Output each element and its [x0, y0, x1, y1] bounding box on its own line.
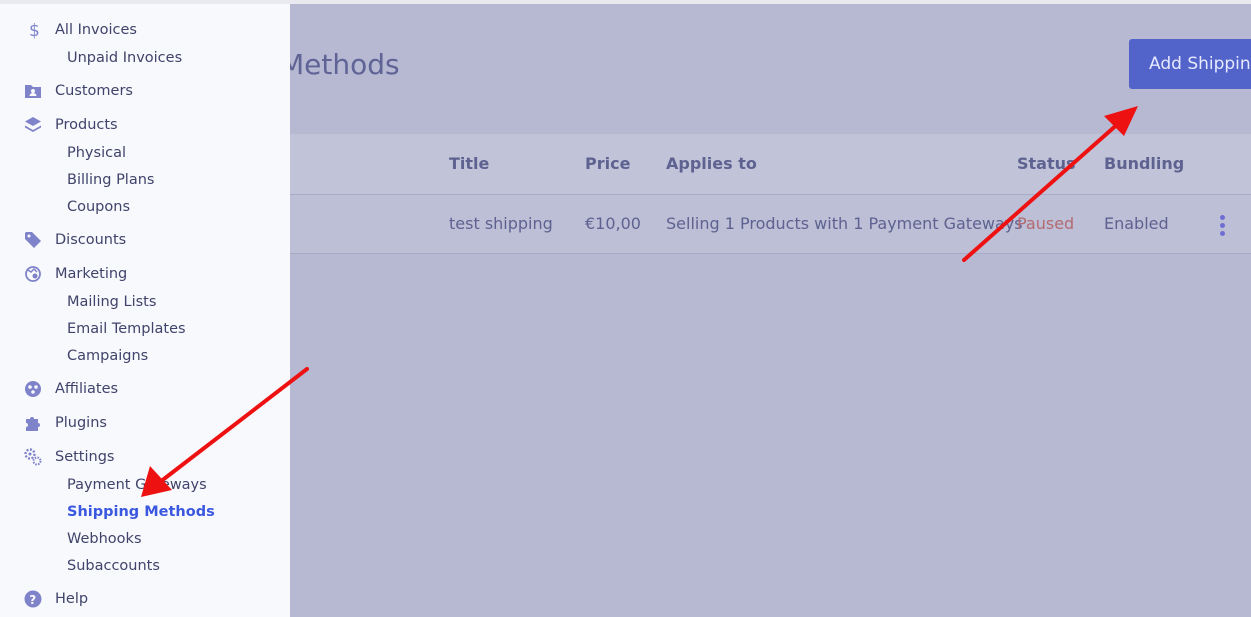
sidebar-item-label: Affiliates [55, 381, 119, 397]
sidebar-item-label: All Invoices [55, 22, 137, 38]
column-header-bundling[interactable]: Bundling [1104, 134, 1184, 194]
row-title: test shipping [449, 214, 553, 233]
row-bundling: Enabled [1104, 214, 1169, 233]
column-header-title[interactable]: Title [449, 134, 489, 194]
svg-text:$: $ [29, 21, 40, 39]
sidebar-item-label: Customers [55, 83, 133, 99]
sidebar-item-label: Settings [55, 449, 115, 465]
sidebar-subitem-email-templates[interactable]: Email Templates [67, 319, 186, 339]
affiliates-icon [25, 381, 41, 397]
column-header-applies-to[interactable]: Applies to [666, 134, 757, 194]
dollar-icon: $ [29, 21, 40, 39]
row-applies-to: Selling 1 Products with 1 Payment Gatewa… [666, 214, 1023, 233]
sidebar-subitem-unpaid-invoices[interactable]: Unpaid Invoices [67, 48, 182, 68]
layers-icon [25, 117, 41, 132]
shipping-methods-table: Title Price Applies to Status Bundling t… [150, 134, 1251, 254]
sidebar: $ All Invoices Unpaid Invoices Customers… [0, 4, 290, 617]
sidebar-subitem-webhooks[interactable]: Webhooks [67, 529, 142, 549]
sidebar-item-label: Marketing [55, 266, 128, 282]
add-shipping-button[interactable]: Add Shipping [1129, 39, 1251, 89]
kebab-menu-icon[interactable] [1220, 215, 1226, 239]
sidebar-subitem-payment-gateways[interactable]: Payment Gateways [67, 475, 207, 495]
sidebar-subitem-mailing-lists[interactable]: Mailing Lists [67, 292, 156, 312]
sidebar-subitem-billing-plans[interactable]: Billing Plans [67, 170, 154, 190]
sidebar-item-label: Plugins [55, 415, 107, 431]
table-header: Title Price Applies to Status Bundling [150, 134, 1251, 195]
tag-icon [25, 232, 41, 248]
sidebar-subitem-shipping-methods[interactable]: Shipping Methods [67, 502, 215, 522]
sidebar-item-label: Discounts [55, 232, 127, 248]
sidebar-subitem-campaigns[interactable]: Campaigns [67, 346, 148, 366]
svg-text:?: ? [29, 593, 36, 607]
puzzle-icon [26, 417, 40, 431]
sidebar-item-label: Help [55, 591, 89, 607]
sidebar-item-label: Products [55, 117, 118, 133]
row-price: €10,00 [585, 214, 641, 233]
column-header-price[interactable]: Price [585, 134, 630, 194]
sidebar-subitem-coupons[interactable]: Coupons [67, 197, 130, 217]
marketing-icon [25, 266, 41, 282]
sidebar-subitem-subaccounts[interactable]: Subaccounts [67, 556, 160, 576]
sidebar-subitem-physical[interactable]: Physical [67, 143, 126, 163]
help-icon: ? [24, 590, 42, 608]
folder-user-icon [25, 85, 41, 98]
gears-icon [24, 448, 42, 466]
column-header-status[interactable]: Status [1017, 134, 1076, 194]
table-row[interactable]: test shipping €10,00 Selling 1 Products … [150, 195, 1251, 254]
status-badge: Paused [1017, 214, 1075, 233]
